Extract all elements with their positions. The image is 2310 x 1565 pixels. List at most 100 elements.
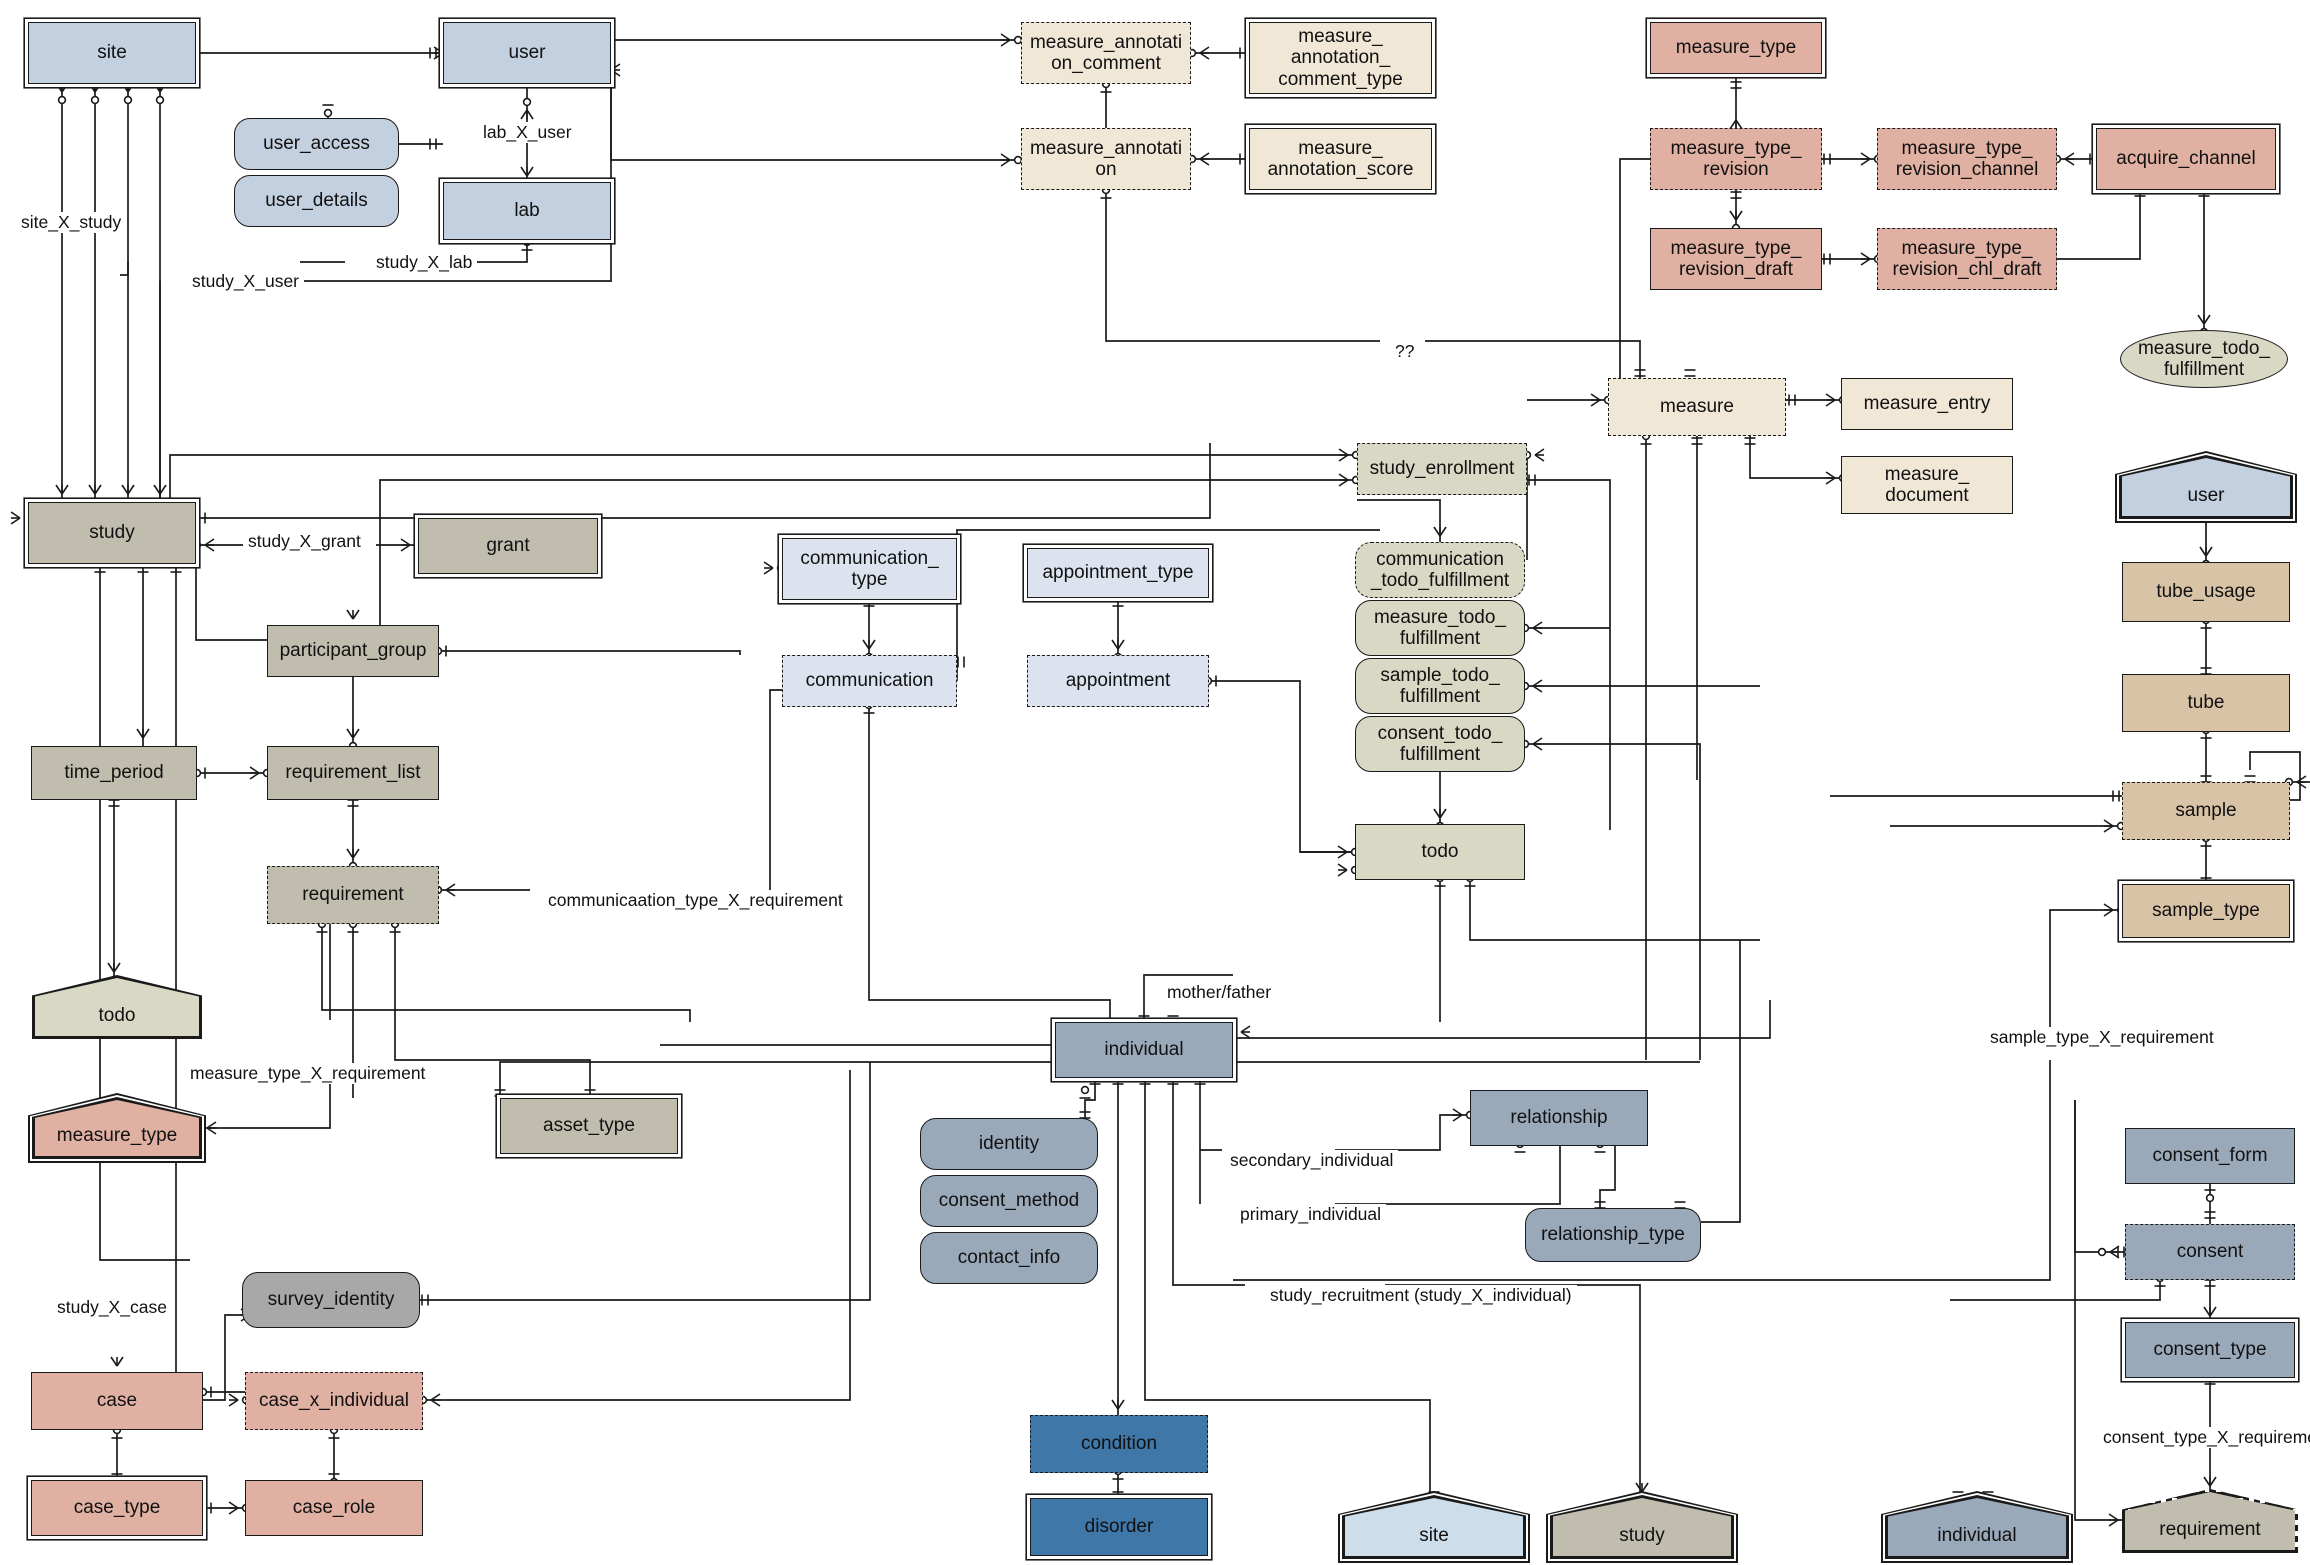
- entity-label: lab: [514, 200, 540, 222]
- entity-case[interactable]: case: [31, 1372, 203, 1430]
- entity-label: measure_todo_ fulfillment: [2137, 337, 2271, 380]
- entity-sample_todo_fulfillment[interactable]: sample_todo_ fulfillment: [1355, 658, 1525, 714]
- entity-user_details[interactable]: user_details: [234, 175, 399, 227]
- entity-measure_todo_fulfillment_r[interactable]: measure_todo_ fulfillment: [2120, 330, 2288, 388]
- entity-tube_usage[interactable]: tube_usage: [2122, 562, 2290, 622]
- entity-relationship[interactable]: relationship: [1470, 1090, 1648, 1146]
- entity-tube[interactable]: tube: [2122, 674, 2290, 732]
- entity-label: measure_type: [56, 1125, 178, 1146]
- entity-label: case_type: [73, 1497, 161, 1519]
- entity-measure_type_revision_draft[interactable]: measure_type_ revision_draft: [1650, 228, 1822, 290]
- entity-consent_method[interactable]: consent_method: [920, 1175, 1098, 1227]
- entity-consent_todo_fulfillment[interactable]: consent_todo_ fulfillment: [1355, 716, 1525, 772]
- entity-measure_annotation_comment_type[interactable]: measure_ annotation_ comment_type: [1249, 22, 1432, 94]
- entity-site_bottom[interactable]: site: [1338, 1491, 1530, 1563]
- entity-requirement_list[interactable]: requirement_list: [267, 746, 439, 800]
- entity-measure_entry[interactable]: measure_entry: [1841, 378, 2013, 430]
- entity-sample_type[interactable]: sample_type: [2122, 884, 2290, 938]
- entity-label: measure_type_ revision_channel: [1895, 137, 2039, 180]
- entity-label: requirement: [302, 884, 404, 906]
- entity-appointment[interactable]: appointment: [1027, 655, 1209, 707]
- edge-label-lab_X_user: lab_X_user: [478, 122, 577, 143]
- entity-label: measure_ annotation_score: [1267, 137, 1414, 180]
- entity-case_type[interactable]: case_type: [31, 1480, 203, 1536]
- entity-consent_form[interactable]: consent_form: [2125, 1128, 2295, 1184]
- entity-label: sample_todo_ fulfillment: [1380, 664, 1500, 707]
- entity-relationship_type[interactable]: relationship_type: [1525, 1208, 1701, 1262]
- entity-label: consent_todo_ fulfillment: [1377, 722, 1503, 765]
- entity-site[interactable]: site: [28, 22, 196, 84]
- entity-label: case_x_individual: [259, 1390, 409, 1412]
- entity-label: requirement: [2159, 1519, 2261, 1540]
- edge-label-communicaation_type_X_requirement: communicaation_type_X_requirement: [543, 890, 848, 911]
- entity-individual[interactable]: individual: [1055, 1022, 1233, 1078]
- entity-label: measure_todo_ fulfillment: [1373, 606, 1507, 649]
- entity-measure_document[interactable]: measure_ document: [1841, 456, 2013, 514]
- entity-communication_type[interactable]: communication_ type: [782, 538, 957, 600]
- entity-requirement_bottom[interactable]: requirement: [2122, 1489, 2298, 1553]
- entity-measure_annotation_score[interactable]: measure_ annotation_score: [1249, 128, 1432, 190]
- entity-time_period[interactable]: time_period: [31, 746, 197, 800]
- entity-consent_type[interactable]: consent_type: [2125, 1322, 2295, 1378]
- entity-appointment_type[interactable]: appointment_type: [1027, 548, 1209, 598]
- entity-label: survey_identity: [267, 1289, 395, 1311]
- entity-study[interactable]: study: [28, 502, 196, 564]
- entity-disorder[interactable]: disorder: [1030, 1498, 1208, 1556]
- entity-communication_todo_fulfillment[interactable]: communication _todo_fulfillment: [1355, 542, 1525, 598]
- entity-study_bottom[interactable]: study: [1546, 1491, 1738, 1563]
- entity-study_enrollment[interactable]: study_enrollment: [1357, 443, 1527, 495]
- entity-label: communication: [805, 670, 934, 692]
- entity-measure_type_left[interactable]: measure_type: [28, 1093, 206, 1163]
- entity-label: communication _todo_fulfillment: [1370, 548, 1510, 591]
- entity-label: measure_entry: [1863, 393, 1991, 415]
- entity-todo[interactable]: todo: [1355, 824, 1525, 880]
- edge-label-study_X_case: study_X_case: [52, 1297, 172, 1318]
- entity-todo_left[interactable]: todo: [32, 975, 202, 1039]
- entity-label: case: [96, 1390, 138, 1412]
- entity-contact_info[interactable]: contact_info: [920, 1232, 1098, 1284]
- entity-user_right[interactable]: user: [2115, 451, 2297, 523]
- entity-measure_type_revision[interactable]: measure_type_ revision: [1650, 128, 1822, 190]
- entity-measure_type_revision_channel[interactable]: measure_type_ revision_channel: [1877, 128, 2057, 190]
- entity-grant[interactable]: grant: [418, 518, 598, 574]
- edge-label-qq: ??: [1390, 341, 1420, 362]
- entity-communication[interactable]: communication: [782, 655, 957, 707]
- entity-asset_type[interactable]: asset_type: [500, 1098, 678, 1154]
- entity-label: individual: [1937, 1525, 2017, 1546]
- entity-label: todo: [1421, 841, 1459, 863]
- entity-label: participant_group: [279, 640, 427, 662]
- entity-sample[interactable]: sample: [2122, 782, 2290, 840]
- entity-case_role[interactable]: case_role: [245, 1480, 423, 1536]
- entity-case_x_individual[interactable]: case_x_individual: [245, 1372, 423, 1430]
- entity-individual_bottom[interactable]: individual: [1881, 1491, 2073, 1563]
- edge-label-measure_type_X_requirement: measure_type_X_requirement: [185, 1063, 431, 1084]
- entity-label: relationship: [1510, 1107, 1608, 1129]
- entity-requirement[interactable]: requirement: [267, 866, 439, 924]
- entity-label: relationship_type: [1541, 1224, 1685, 1246]
- entity-label: sample_type: [2152, 900, 2260, 922]
- entity-measure_annotation_comment[interactable]: measure_annotati on_comment: [1021, 22, 1191, 84]
- edge-label-consent_type_X_requirement: consent_type_X_requirement: [2098, 1427, 2310, 1448]
- entity-measure[interactable]: measure: [1608, 378, 1786, 436]
- entity-measure_type_revision_chl_draft[interactable]: measure_type_ revision_chl_draft: [1877, 228, 2057, 290]
- entity-label: user_access: [263, 133, 370, 155]
- entity-lab[interactable]: lab: [443, 182, 611, 240]
- entity-label: grant: [486, 535, 530, 557]
- entity-participant_group[interactable]: participant_group: [267, 625, 439, 677]
- entity-label: tube_usage: [2156, 581, 2256, 603]
- entity-identity[interactable]: identity: [920, 1118, 1098, 1170]
- entity-condition[interactable]: condition: [1030, 1415, 1208, 1473]
- edge-label-study_X_lab: study_X_lab: [371, 252, 478, 273]
- entity-label: study: [1619, 1525, 1665, 1546]
- entity-measure_annotation[interactable]: measure_annotati on: [1021, 128, 1191, 190]
- entity-user[interactable]: user: [443, 22, 611, 84]
- entity-label: communication_ type: [800, 547, 939, 590]
- entity-label: measure_type_ revision_draft: [1670, 237, 1802, 280]
- entity-acquire_channel[interactable]: acquire_channel: [2096, 128, 2276, 190]
- entity-consent[interactable]: consent: [2125, 1224, 2295, 1280]
- entity-survey_identity[interactable]: survey_identity: [242, 1272, 420, 1328]
- entity-label: acquire_channel: [2116, 148, 2256, 170]
- entity-measure_todo_fulfillment[interactable]: measure_todo_ fulfillment: [1355, 600, 1525, 656]
- entity-user_access[interactable]: user_access: [234, 118, 399, 170]
- entity-measure_type_top[interactable]: measure_type: [1650, 22, 1822, 74]
